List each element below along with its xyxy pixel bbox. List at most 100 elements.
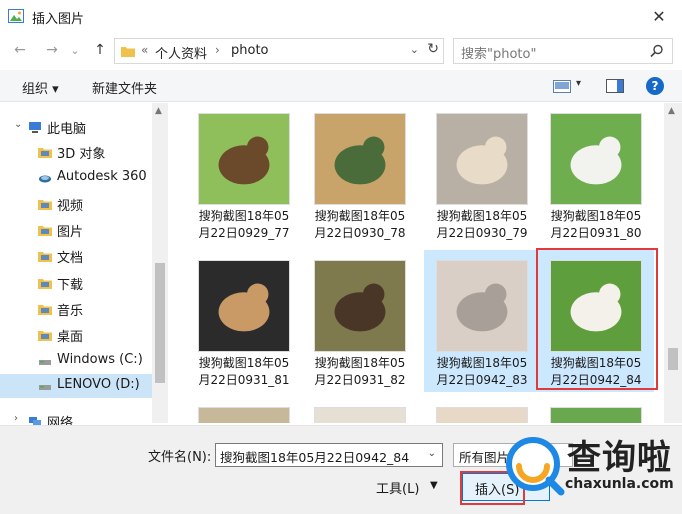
file-tile[interactable]: 搜狗截图18年05 月22日0930_79 [424, 103, 540, 245]
file-name-line: 月22日0930_79 [436, 226, 528, 240]
organize-button[interactable]: 组织 ▾ [22, 78, 59, 97]
view-options-icon[interactable] [553, 80, 571, 93]
photo-thumbnail [198, 260, 290, 352]
file-name-line: 搜狗截图18年05 [314, 209, 406, 223]
sidebar-item[interactable]: Autodesk 360 [0, 166, 152, 190]
file-tile[interactable] [302, 397, 418, 423]
sidebar-item-label: LENOVO (D:) [57, 377, 140, 392]
file-name-line: 搜狗截图18年05 [314, 356, 406, 370]
tools-dropdown-icon[interactable]: ▼ [430, 480, 438, 491]
window-title: 插入图片 [32, 12, 85, 27]
sidebar-item[interactable]: 音乐 [0, 297, 152, 321]
file-list: 搜狗截图18年05 月22日0929_77 搜狗截图18年05 月22日0930_78… [172, 103, 664, 423]
sidebar-item[interactable]: LENOVO (D:) [0, 374, 152, 398]
sidebar-item[interactable]: 文档 [0, 244, 152, 268]
pictures-folder-icon [38, 226, 52, 236]
file-list-scrollbar[interactable]: ▲ [664, 103, 682, 423]
sidebar-item[interactable]: Windows (C:) [0, 349, 152, 373]
video-folder-icon [38, 200, 52, 210]
sidebar-item[interactable]: 桌面 [0, 323, 152, 347]
photo-thumbnail [436, 407, 528, 423]
file-tile[interactable]: 搜狗截图18年05 月22日0930_78 [302, 103, 418, 245]
breadcrumb-separator: › [215, 43, 220, 57]
sidebar-item[interactable]: ⌄ 此电脑 [0, 115, 152, 139]
search-input[interactable]: 搜索"photo" [461, 43, 536, 62]
close-icon: ✕ [652, 6, 666, 26]
sidebar-item-label: 视频 [57, 199, 84, 214]
file-tile[interactable]: 搜狗截图18年05 月22日0931_81 [186, 250, 302, 392]
magnifier-logo-icon [506, 437, 565, 496]
watermark-logo: 查询啦 chaxunla.com [505, 428, 677, 508]
navigation-pane: ⌄ 此电脑 3D 对象 Autodesk 360 视频图片文档下载 音乐桌面 Windows… [0, 103, 152, 431]
view-dropdown-icon[interactable]: ▾ [576, 78, 581, 89]
up-button[interactable]: ↑ [90, 40, 110, 60]
breadcrumb-item-photo[interactable]: photo [231, 43, 269, 58]
sidebar-item[interactable]: 下载 [0, 271, 152, 295]
file-name: 搜狗截图18年05 月22日0931_82 [302, 355, 418, 389]
back-arrow-icon: ← [14, 42, 26, 58]
sidebar-item[interactable]: 视频 [0, 192, 152, 216]
filename-field[interactable]: 搜狗截图18年05月22日0942_84 ⌄ [215, 443, 443, 467]
watermark-text: 查询啦 [567, 438, 672, 478]
refresh-icon[interactable]: ↻ [427, 41, 439, 57]
close-button[interactable]: ✕ [644, 4, 674, 28]
file-tile[interactable]: 搜狗截图18年05 月22日0931_80 [538, 103, 654, 245]
back-button[interactable]: ← [10, 40, 30, 60]
file-tile[interactable] [424, 397, 540, 423]
sidebar-item[interactable]: 图片 [0, 218, 152, 242]
selection-highlight-box [536, 248, 658, 390]
tools-button[interactable]: 工具(L) [376, 478, 419, 497]
file-name-line: 月22日0930_78 [314, 226, 406, 240]
forward-button[interactable]: → [42, 40, 62, 60]
breadcrumb-item-profile[interactable]: 个人资料 [155, 43, 207, 62]
scroll-up-arrow-icon[interactable]: ▲ [668, 106, 675, 116]
file-tile[interactable]: 搜狗截图18年05 月22日0929_77 [186, 103, 302, 245]
sidebar-item[interactable]: 3D 对象 [0, 140, 152, 164]
photo-thumbnail [198, 113, 290, 205]
file-tile[interactable] [186, 397, 302, 423]
file-name-line: 搜狗截图18年05 [436, 209, 528, 223]
sidebar-item-label: 桌面 [57, 330, 84, 345]
documents-folder-icon [38, 252, 52, 262]
scroll-up-arrow-icon[interactable]: ▲ [155, 106, 162, 116]
filename-value[interactable]: 搜狗截图18年05月22日0942_84 [220, 447, 409, 466]
preview-pane-icon[interactable] [606, 79, 624, 93]
photo-thumbnail [314, 260, 406, 352]
navigation-pane-scrollbar[interactable]: ▲ [152, 103, 168, 423]
downloads-folder-icon [38, 279, 52, 289]
photo-thumbnail [550, 113, 642, 205]
new-folder-button[interactable]: 新建文件夹 [92, 78, 157, 97]
help-button[interactable]: ? [646, 77, 664, 95]
file-tile[interactable]: 搜狗截图18年05 月22日0931_82 [302, 250, 418, 392]
search-box[interactable]: 搜索"photo" [453, 38, 673, 64]
sidebar-item-label: 文档 [57, 251, 84, 266]
desktop-folder-icon [38, 331, 52, 341]
computer-icon [29, 122, 41, 133]
file-name-line: 月22日0942_83 [436, 373, 528, 387]
scrollbar-thumb[interactable] [668, 348, 678, 370]
chevron-down-icon[interactable]: ⌄ [428, 448, 436, 459]
music-folder-icon [38, 305, 52, 315]
drive-icon [39, 360, 51, 365]
file-name-line: 搜狗截图18年05 [198, 209, 290, 223]
forward-arrow-icon: → [46, 42, 58, 58]
file-tile[interactable]: 搜狗截图18年05 月22日0942_84 [536, 248, 658, 392]
sidebar-item-label: 图片 [57, 225, 84, 240]
command-toolbar: 组织 ▾ 新建文件夹 ▾ ? [0, 70, 682, 102]
search-icon [650, 44, 663, 58]
expander-chevron-icon[interactable]: ⌄ [14, 119, 22, 130]
sidebar-item-label: 3D 对象 [57, 147, 106, 162]
photo-thumbnail [198, 407, 290, 423]
file-tile[interactable] [538, 397, 654, 423]
drive-icon [39, 385, 51, 390]
address-history-dropdown[interactable]: ⌄ [410, 43, 419, 56]
scrollbar-thumb[interactable] [155, 263, 165, 383]
recent-locations-button[interactable]: ⌄ [68, 40, 82, 60]
chevron-down-icon: ⌄ [70, 43, 80, 57]
address-bar[interactable]: « 个人资料 › photo ⌄ ↻ [114, 38, 444, 64]
photo-thumbnail [436, 113, 528, 205]
file-tile[interactable]: 搜狗截图18年05 月22日0942_83 [424, 250, 540, 392]
breadcrumb-overflow[interactable]: « [141, 43, 148, 57]
navigation-bar: ← → ⌄ ↑ « 个人资料 › photo ⌄ ↻ 搜索"photo" [0, 34, 682, 66]
expander-chevron-icon[interactable]: › [14, 413, 18, 424]
